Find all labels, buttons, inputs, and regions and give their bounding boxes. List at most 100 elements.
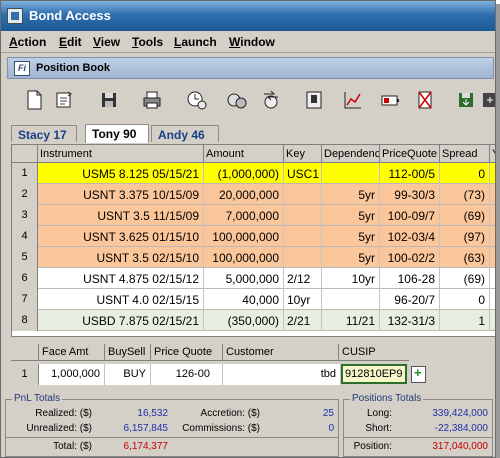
chart-icon[interactable]: [342, 89, 364, 111]
cell-pricequote[interactable]: 99-30/3: [380, 184, 440, 205]
cell-dependency[interactable]: 5yr: [322, 226, 380, 247]
header-pricequote[interactable]: PriceQuote: [380, 145, 440, 163]
money-bags-icon[interactable]: [226, 89, 248, 111]
cell-pricequote[interactable]: 100-02/2: [380, 247, 440, 268]
cell-pricequote[interactable]: 102-03/4: [380, 226, 440, 247]
cell-instrument[interactable]: USNT 4.875 02/15/12: [38, 268, 204, 289]
cell-key[interactable]: [284, 184, 322, 205]
cell-spread[interactable]: (73): [440, 184, 490, 205]
cell-dependency[interactable]: 5yr: [322, 184, 380, 205]
cell-spread[interactable]: (63): [440, 247, 490, 268]
menu-window[interactable]: Window: [229, 35, 275, 49]
row-number: 4: [12, 226, 38, 247]
menu-action[interactable]: Action: [9, 35, 46, 49]
menu-tools[interactable]: Tools: [132, 35, 163, 49]
header-key[interactable]: Key: [284, 145, 322, 163]
table-row[interactable]: 2 USNT 3.375 10/15/09 20,000,000 5yr 99-30/3…: [12, 184, 495, 205]
cell-dependency[interactable]: [322, 163, 380, 184]
cell-amount[interactable]: 5,000,000: [204, 268, 284, 289]
total-value: 6,174,377: [123, 441, 169, 452]
ledger-icon[interactable]: [303, 89, 325, 111]
cell-key[interactable]: 2/12: [284, 268, 322, 289]
cell-instrument[interactable]: USNT 3.625 01/15/10: [38, 226, 204, 247]
cell-pricequote[interactable]: 106-28: [380, 268, 440, 289]
table-row[interactable]: 3 USNT 3.5 11/15/09 7,000,000 5yr 100-09/7 (6…: [12, 205, 495, 226]
cusip-input[interactable]: [341, 364, 407, 384]
battery-icon[interactable]: [379, 89, 401, 111]
menu-launch[interactable]: Launch: [174, 35, 217, 49]
cell-spread[interactable]: (69): [440, 205, 490, 226]
menu-view[interactable]: View: [93, 35, 120, 49]
cell-dependency[interactable]: [322, 289, 380, 310]
cell-dependency[interactable]: 11/21: [322, 310, 380, 331]
position-book-titlebar[interactable]: Fi Position Book: [7, 57, 494, 79]
cell-amount[interactable]: 100,000,000: [204, 226, 284, 247]
entry-header-face-amt: Face Amt: [39, 344, 105, 361]
table-row[interactable]: 4 USNT 3.625 01/15/10 100,000,000 5yr 102-03…: [12, 226, 495, 247]
new-document-icon[interactable]: [23, 89, 45, 111]
print-icon[interactable]: [141, 89, 163, 111]
cell-instrument[interactable]: USNT 3.375 10/15/09: [38, 184, 204, 205]
cell-key[interactable]: 2/21: [284, 310, 322, 331]
money-clock-icon[interactable]: [186, 89, 208, 111]
table-row[interactable]: 8 USBD 7.875 02/15/21 (350,000) 2/21 11/21 13…: [12, 310, 495, 331]
face-amt-field[interactable]: 1,000,000: [39, 364, 105, 385]
cell-spread[interactable]: (97): [440, 226, 490, 247]
cell-instrument[interactable]: USNT 3.5 02/15/10: [38, 247, 204, 268]
export-icon[interactable]: [455, 89, 477, 111]
cell-pricequote[interactable]: 96-20/7: [380, 289, 440, 310]
header-amount[interactable]: Amount: [204, 145, 284, 163]
export-icon-2[interactable]: [481, 89, 495, 111]
menu-edit[interactable]: Edit: [59, 35, 82, 49]
entry-header-customer: Customer: [223, 344, 339, 361]
cell-amount[interactable]: 7,000,000: [204, 205, 284, 226]
cell-key[interactable]: 10yr: [284, 289, 322, 310]
tab-tony[interactable]: Tony 90: [85, 124, 149, 143]
cell-dependency[interactable]: 5yr: [322, 205, 380, 226]
cell-key[interactable]: [284, 205, 322, 226]
table-row[interactable]: 1 USM5 8.125 05/15/21 (1,000,000) USC1 112-0…: [12, 163, 495, 184]
tab-andy[interactable]: Andy 46: [151, 125, 219, 142]
cell-instrument[interactable]: USNT 4.0 02/15/15: [38, 289, 204, 310]
table-row[interactable]: 6 USNT 4.875 02/15/12 5,000,000 2/12 10yr 106…: [12, 268, 495, 289]
cell-amount[interactable]: 100,000,000: [204, 247, 284, 268]
short-value: -22,384,000: [434, 423, 488, 434]
cell-spread[interactable]: (69): [440, 268, 490, 289]
cell-amount[interactable]: (350,000): [204, 310, 284, 331]
cell-instrument[interactable]: USBD 7.875 02/15/21: [38, 310, 204, 331]
cell-dependency[interactable]: 10yr: [322, 268, 380, 289]
cell-key[interactable]: [284, 247, 322, 268]
cell-dependency[interactable]: 5yr: [322, 247, 380, 268]
cell-amount[interactable]: 20,000,000: [204, 184, 284, 205]
cell-pricequote[interactable]: 100-09/7: [380, 205, 440, 226]
cell-spread[interactable]: 0: [440, 289, 490, 310]
header-spread[interactable]: Spread: [440, 145, 490, 163]
buysell-field[interactable]: BUY: [105, 364, 151, 385]
cell-amount[interactable]: (1,000,000): [204, 163, 284, 184]
save-icon[interactable]: [98, 89, 120, 111]
cell-pricequote[interactable]: 132-31/3: [380, 310, 440, 331]
money-transfer-icon[interactable]: [260, 89, 282, 111]
row-number: 8: [12, 310, 38, 331]
tab-stacy[interactable]: Stacy 17: [11, 125, 77, 142]
table-row[interactable]: 7 USNT 4.0 02/15/15 40,000 10yr 96-20/7 0: [12, 289, 495, 310]
cell-instrument[interactable]: USM5 8.125 05/15/21: [38, 163, 204, 184]
cell-spread[interactable]: 1: [440, 310, 490, 331]
header-instrument[interactable]: Instrument: [38, 145, 204, 163]
total-label: Total: ($): [53, 441, 92, 452]
price-quote-field[interactable]: 126-00: [151, 364, 223, 385]
cell-spread[interactable]: 0: [440, 163, 490, 184]
table-row[interactable]: 5 USNT 3.5 02/15/10 100,000,000 5yr 100-02/2…: [12, 247, 495, 268]
cell-pricequote[interactable]: 112-00/5: [380, 163, 440, 184]
cell-key[interactable]: [284, 226, 322, 247]
cell-instrument[interactable]: USNT 3.5 11/15/09: [38, 205, 204, 226]
customer-field[interactable]: tbd: [223, 364, 341, 385]
erase-icon[interactable]: [414, 89, 436, 111]
cell-key[interactable]: USC1: [284, 163, 322, 184]
add-trade-button[interactable]: [411, 365, 426, 383]
unrealized-value: 6,157,845: [123, 423, 169, 434]
title-bar[interactable]: Bond Access: [1, 1, 495, 31]
cell-amount[interactable]: 40,000: [204, 289, 284, 310]
refresh-icon[interactable]: [53, 89, 75, 111]
header-dependency[interactable]: Dependenc: [322, 145, 380, 163]
